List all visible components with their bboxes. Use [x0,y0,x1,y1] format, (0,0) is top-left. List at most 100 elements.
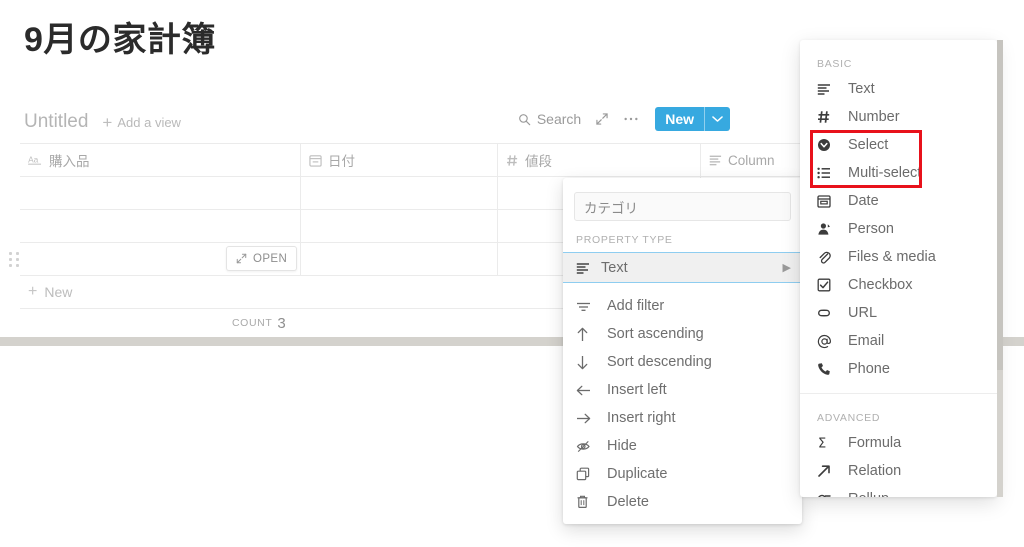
count-label: COUNT [232,317,273,329]
open-row-button[interactable]: OPEN [226,246,298,271]
expand-arrows-icon [236,253,247,264]
text-lines-icon [817,83,839,95]
type-item-text[interactable]: Text [800,75,997,103]
column-header-purchase[interactable]: Aa 購入品 [20,144,301,176]
type-item-label: Rollup [848,491,889,497]
type-item-phone[interactable]: Phone [800,355,997,383]
eye-slash-icon [576,440,598,453]
arrow-up-icon [576,327,598,342]
ellipsis-icon [623,112,639,126]
arrow-up-right-icon [817,464,839,478]
trash-icon [576,495,598,509]
menu-item-insert-right[interactable]: Insert right [563,404,802,432]
panel-scrollbar-thumb[interactable] [997,40,1003,370]
menu-item-duplicate[interactable]: Duplicate [563,460,802,488]
property-type-value: Text [601,259,628,276]
paperclip-icon [817,250,839,264]
menu-item-sort-ascending[interactable]: Sort ascending [563,320,802,348]
svg-text:Aa: Aa [28,154,39,164]
calendar-icon [309,154,322,167]
basic-section-label: BASIC [817,58,853,70]
text-lines-icon [709,154,722,166]
type-item-url[interactable]: URL [800,299,997,327]
arrow-right-icon [576,412,598,425]
menu-item-label: Duplicate [607,466,668,482]
expand-icon [595,112,609,126]
add-view-button[interactable]: + Add a view [102,114,181,131]
column-context-menu: カテゴリ PROPERTY TYPE Text ▶ Add filter Sor… [563,178,802,524]
calendar-icon [817,194,839,208]
at-icon [817,334,839,349]
property-name-input[interactable]: カテゴリ [574,192,791,221]
type-item-checkbox[interactable]: Checkbox [800,271,997,299]
menu-item-add-filter[interactable]: Add filter [563,292,802,320]
type-item-files-media[interactable]: Files & media [800,243,997,271]
column-header-price[interactable]: 値段 [498,144,701,176]
table-cell[interactable] [20,210,301,242]
expand-button[interactable] [595,112,609,126]
table-cell[interactable] [301,210,498,242]
text-lines-icon [576,262,590,274]
new-button[interactable]: New [655,107,730,131]
menu-item-hide[interactable]: Hide [563,432,802,460]
type-item-select[interactable]: Select [800,131,997,159]
rollup-icon [817,492,839,497]
select-dropdown-icon [817,138,839,152]
column-header-label: Column [728,152,775,168]
page-title: 9月の家計簿 [24,21,216,59]
menu-item-insert-left[interactable]: Insert left [563,376,802,404]
count-value: 3 [277,314,286,332]
type-item-label: Date [848,193,879,209]
new-button-dropdown[interactable] [705,107,730,131]
menu-gap [563,283,802,292]
type-item-label: Files & media [848,249,936,265]
type-item-label: Relation [848,463,902,479]
number-hash-icon [817,110,839,124]
number-hash-icon [506,154,519,167]
type-item-multi-select[interactable]: Multi-select [800,159,997,187]
type-item-relation[interactable]: Relation [800,457,997,485]
menu-item-delete[interactable]: Delete [563,488,802,516]
column-header-label: 値段 [525,154,552,169]
svg-text:Σ: Σ [818,437,826,450]
menu-item-label: Insert left [607,382,667,398]
advanced-section-label: ADVANCED [817,412,881,424]
menu-item-label: Add filter [607,298,665,314]
type-item-label: Email [848,333,885,349]
view-bar: Untitled + Add a view [24,108,181,136]
column-header-date[interactable]: 日付 [301,144,498,176]
person-icon [817,222,839,236]
arrow-down-icon [576,355,598,370]
plus-icon: + [28,283,38,300]
search-label: Search [536,111,582,127]
property-type-section-label: PROPERTY TYPE [576,234,673,246]
type-item-date[interactable]: Date [800,187,997,215]
view-name[interactable]: Untitled [24,111,88,133]
type-item-rollup[interactable]: Rollup [800,485,997,497]
search-icon [518,113,531,126]
plus-icon: + [102,112,113,132]
type-item-formula[interactable]: Σ Formula [800,429,997,457]
open-row-label: OPEN [253,252,288,265]
more-options-button[interactable] [623,112,639,126]
type-item-label: Person [848,221,894,237]
table-cell[interactable] [301,177,498,209]
table-cell[interactable] [301,243,498,275]
menu-item-label: Sort descending [607,354,712,370]
column-header-label: 購入品 [49,154,90,169]
duplicate-icon [576,467,598,481]
phone-icon [817,362,839,376]
search-button[interactable]: Search [512,111,581,127]
property-type-row[interactable]: Text ▶ [563,252,802,283]
table-cell[interactable] [20,177,301,209]
drag-dots-icon[interactable] [9,252,19,267]
type-item-person[interactable]: Person [800,215,997,243]
chevron-down-icon [712,110,723,128]
type-item-label: Select [848,137,889,153]
checkbox-icon [817,278,839,292]
type-item-email[interactable]: Email [800,327,997,355]
type-item-number[interactable]: Number [800,103,997,131]
menu-item-sort-descending[interactable]: Sort descending [563,348,802,376]
type-item-label: Multi-select [848,165,922,181]
add-new-row-label: New [44,284,73,300]
